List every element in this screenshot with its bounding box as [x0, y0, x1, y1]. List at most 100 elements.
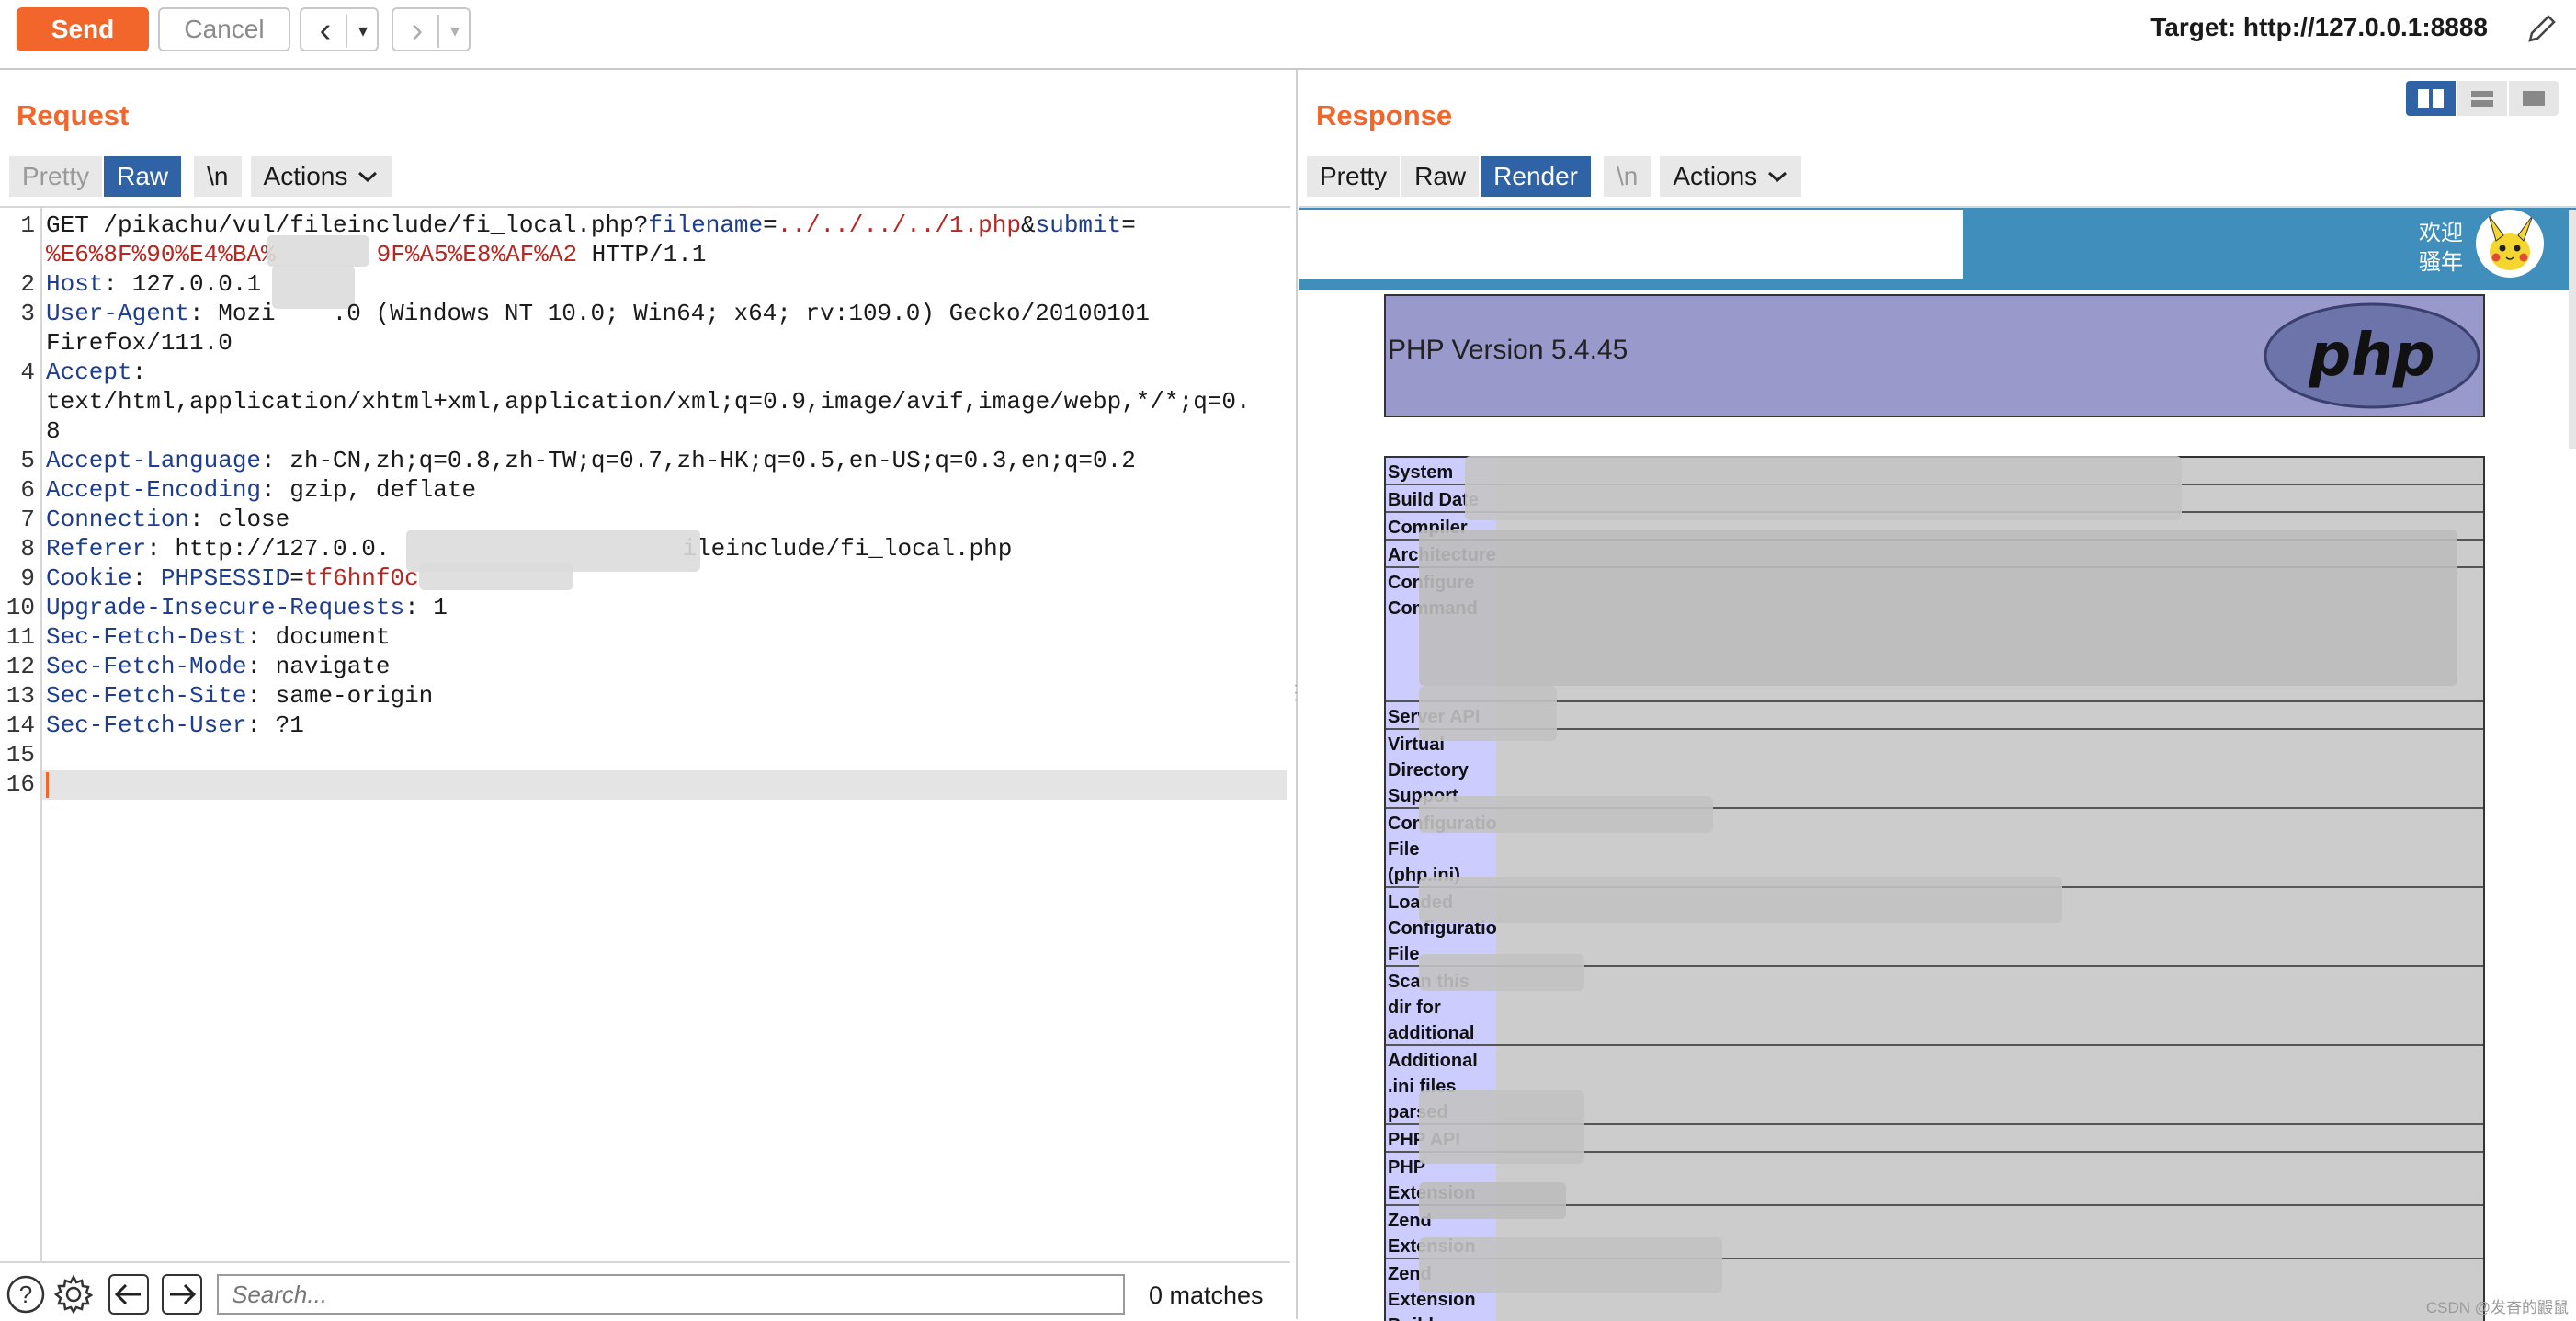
svg-text:?: ? [19, 1281, 32, 1308]
redaction-blur [267, 235, 369, 267]
line-number: 4 [20, 359, 35, 386]
header-accept-value: text/html,application/xhtml+xml,applicat… [46, 388, 1251, 416]
rendered-response[interactable]: 欢迎 骚年 PHP Version 5.4.45 php System Buil… [1299, 206, 2576, 1321]
request-editor[interactable]: 1 2 3 4 5 6 7 8 9 10 11 12 13 14 15 16 G… [0, 206, 1290, 1261]
search-next-button[interactable] [162, 1274, 202, 1315]
line-number: 11 [6, 623, 35, 651]
line-number: 3 [20, 300, 35, 327]
rows-icon [2471, 91, 2493, 107]
tab-newline[interactable]: \n [194, 156, 244, 197]
line-number-gutter: 1 2 3 4 5 6 7 8 9 10 11 12 13 14 15 16 [0, 208, 42, 1261]
send-button[interactable]: Send [17, 7, 149, 51]
layout-stacked-button[interactable] [2457, 81, 2507, 116]
render-scrollbar[interactable] [2569, 210, 2576, 449]
tab-pretty[interactable]: Pretty [1307, 156, 1402, 197]
actions-menu-button[interactable]: Actions [1660, 156, 1804, 197]
pikachu-avatar [2476, 210, 2544, 278]
left-arrow-icon [114, 1283, 141, 1305]
header-accept-encoding: Accept-Encoding: gzip, deflate [46, 476, 477, 504]
redaction-blur [1419, 1090, 1584, 1164]
help-icon[interactable]: ? [6, 1274, 46, 1315]
current-line-highlight [42, 770, 1287, 800]
line-number: 5 [20, 447, 35, 474]
redaction-blur [1419, 954, 1584, 991]
header-upgrade-insecure-requests: Upgrade-Insecure-Requests: 1 [46, 594, 448, 621]
chevron-down-icon [358, 171, 378, 183]
line-number: 14 [6, 712, 35, 739]
header-accept: Accept: [46, 359, 147, 386]
header-host: Host: 127.0.0.1 [46, 270, 262, 298]
header-sec-fetch-site: Sec-Fetch-Site: same-origin [46, 682, 434, 710]
line-number: 13 [6, 682, 35, 710]
request-title: Request [17, 99, 130, 131]
button-separator [437, 15, 439, 48]
line-number: 9 [20, 564, 35, 592]
search-match-count: 0 matches [1149, 1281, 1264, 1309]
actions-label: Actions [1673, 162, 1758, 190]
search-previous-button[interactable] [108, 1274, 149, 1315]
header-sec-fetch-user: Sec-Fetch-User: ?1 [46, 712, 304, 739]
actions-menu-button[interactable]: Actions [250, 156, 394, 197]
gear-icon[interactable] [53, 1274, 94, 1315]
single-pane-icon [2523, 91, 2545, 106]
search-bar: ? 0 matches [0, 1261, 1290, 1321]
tab-render[interactable]: Render [1481, 156, 1593, 197]
header-white-area [1299, 210, 1963, 279]
watermark: CSDN @发奋的鼹鼠 [2425, 1299, 2569, 1316]
columns-icon [2418, 89, 2444, 108]
cancel-button[interactable]: Cancel [158, 7, 290, 51]
redaction-blur [1419, 1237, 1722, 1293]
redaction-blur [1465, 456, 2182, 520]
line-number: 1 [20, 211, 35, 239]
redaction-blur [1419, 796, 1713, 833]
redaction-blur [1419, 530, 2457, 686]
php-version-text: PHP Version 5.4.45 [1388, 335, 1628, 365]
history-forward-button[interactable]: › ▾ [392, 7, 471, 51]
header-sec-fetch-dest: Sec-Fetch-Dest: document [46, 623, 391, 651]
edit-target-pencil-icon[interactable] [2523, 11, 2559, 48]
redaction-blur [1419, 877, 2062, 923]
line-number: 2 [20, 270, 35, 298]
header-user-agent: User-Agent: Mozi .0 (Windows NT 10.0; Win… [46, 300, 1151, 327]
forward-arrow-icon: › [411, 10, 424, 50]
top-toolbar: Send Cancel ‹ ▾ › ▾ Target: http://127.0… [0, 0, 2576, 70]
redaction-blur [1419, 1182, 1566, 1219]
header-sec-fetch-mode: Sec-Fetch-Mode: navigate [46, 653, 391, 680]
response-view-tabs: Pretty Raw Render \n Actions [1307, 156, 1804, 197]
chevron-down-icon[interactable]: ▾ [349, 11, 377, 50]
text-caret [46, 772, 49, 798]
back-arrow-icon: ‹ [319, 10, 332, 50]
php-version-header: PHP Version 5.4.45 php [1384, 294, 2485, 417]
layout-side-by-side-button[interactable] [2406, 81, 2456, 116]
header-user-agent-continued: Firefox/111.0 [46, 329, 233, 357]
header-connection: Connection: close [46, 506, 290, 533]
chevron-down-icon[interactable]: ▾ [441, 11, 469, 50]
line-number: 16 [6, 770, 35, 798]
request-line: GET /pikachu/vul/fileinclude/fi_local.ph… [46, 211, 1136, 239]
tab-pretty[interactable]: Pretty [9, 156, 105, 197]
line-number: 8 [20, 535, 35, 563]
redaction-blur [1419, 686, 1557, 741]
line-number: 10 [6, 594, 35, 621]
tab-raw[interactable]: Raw [1401, 156, 1481, 197]
php-logo-icon: php [2264, 302, 2480, 409]
line-number: 7 [20, 506, 35, 533]
redaction-blur [419, 563, 573, 590]
chevron-down-icon [1768, 171, 1787, 183]
header-rule [1299, 285, 2576, 290]
line-number: 15 [6, 741, 35, 769]
line-number: 12 [6, 653, 35, 680]
target-label[interactable]: Target: http://127.0.0.1:8888 [2150, 13, 2488, 42]
header-cookie: Cookie: PHPSESSID=tf6hnf0c [46, 564, 419, 592]
tab-newline[interactable]: \n [1604, 156, 1653, 197]
request-view-tabs: Pretty Raw \n Actions [9, 156, 394, 197]
history-back-button[interactable]: ‹ ▾ [300, 7, 379, 51]
request-line-continued: %E6%8F%90%E4%BA% 9F%A5%E8%AF%A2 HTTP/1.1 [46, 241, 707, 268]
layout-tabs-button[interactable] [2509, 81, 2559, 116]
welcome-text: 欢迎 骚年 [2419, 221, 2463, 275]
button-separator [346, 15, 347, 48]
tab-raw[interactable]: Raw [104, 156, 184, 197]
svg-text:php: php [2308, 322, 2434, 390]
actions-label: Actions [263, 162, 348, 190]
search-input[interactable] [217, 1274, 1125, 1315]
